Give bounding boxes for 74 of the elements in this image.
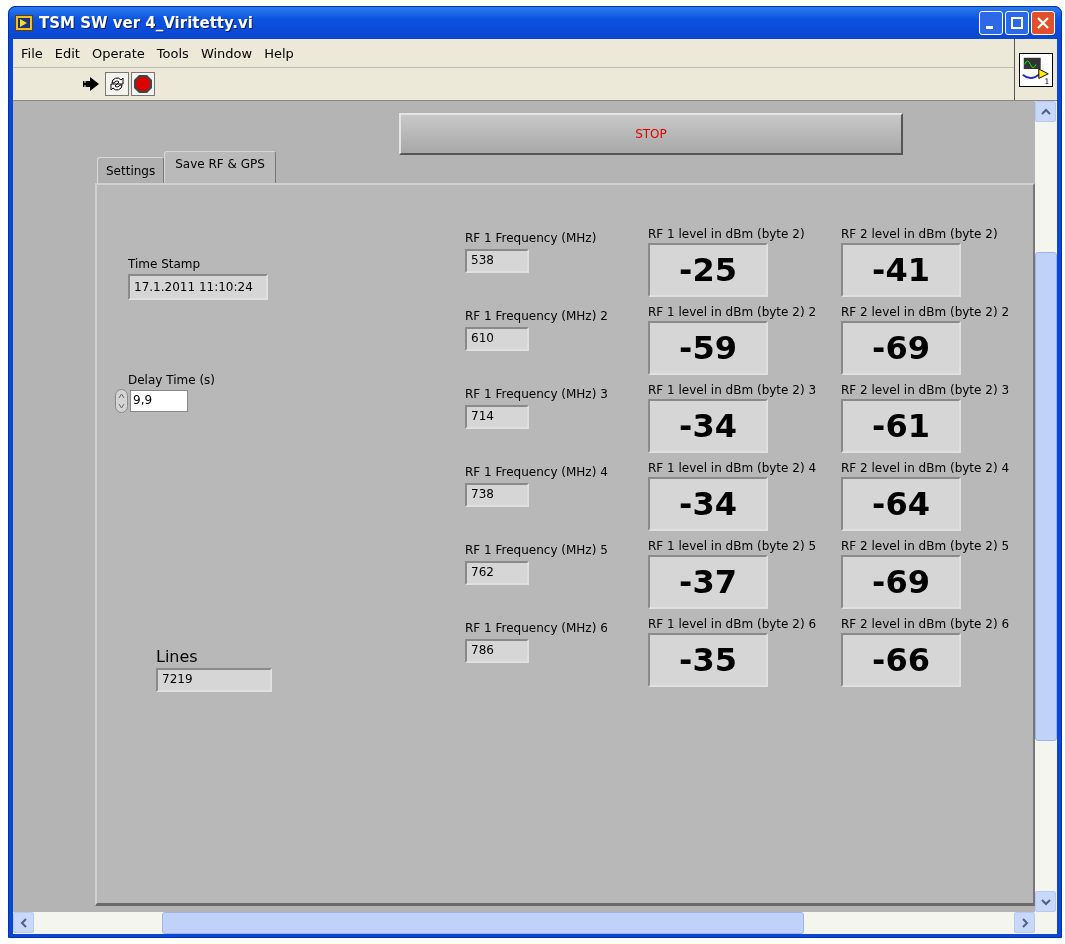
rf2-level-indicator: -69 (841, 321, 961, 375)
rf1-level-indicator: -34 (648, 399, 768, 453)
lines-indicator: 7219 (156, 668, 272, 692)
menu-item[interactable]: Window (200, 45, 253, 61)
frequency-label: RF 1 Frequency (MHz) 6 (465, 621, 609, 635)
frequency-indicator: 538 (465, 249, 529, 273)
menu-item[interactable]: Tools (156, 45, 189, 61)
tab[interactable]: Settings (97, 157, 165, 183)
time-stamp-label: Time Stamp (128, 257, 202, 271)
frequency-indicator: 714 (465, 405, 529, 429)
frequency-label: RF 1 Frequency (MHz) (465, 231, 598, 245)
vi-icon-number: 1 (1044, 76, 1050, 86)
rf2-level-label: RF 2 level in dBm (byte 2) 6 (841, 617, 1011, 631)
scroll-down-button[interactable] (1035, 891, 1056, 912)
horizontal-scrollbar[interactable] (13, 912, 1057, 934)
rf2-level-indicator: -41 (841, 243, 961, 297)
close-button[interactable] (1031, 11, 1055, 35)
menu-item[interactable]: Operate (91, 45, 145, 61)
chevron-right-icon (1020, 917, 1029, 928)
minimize-icon (986, 25, 993, 29)
tab[interactable]: Save RF & GPS (164, 151, 276, 183)
maximize-button[interactable] (1005, 11, 1029, 35)
rf1-level-indicator: -37 (648, 555, 768, 609)
minimize-button[interactable] (979, 11, 1003, 35)
rf1-level-label: RF 1 level in dBm (byte 2) 5 (648, 539, 818, 553)
delay-time-input[interactable]: 9,9 (130, 390, 188, 412)
rf1-level-indicator: -35 (648, 633, 768, 687)
time-stamp-indicator: 17.1.2011 11:10:24 (128, 274, 268, 300)
rf1-level-indicator: -25 (648, 243, 768, 297)
window-title: TSM SW ver 4_Viritetty.vi (39, 14, 253, 32)
frequency-indicator: 762 (465, 561, 529, 585)
rf1-level-indicator: -59 (648, 321, 768, 375)
frequency-indicator: 610 (465, 327, 529, 351)
rf2-level-label: RF 2 level in dBm (byte 2) 3 (841, 383, 1011, 397)
rf2-level-label: RF 2 level in dBm (byte 2) 5 (841, 539, 1011, 553)
rf1-level-label: RF 1 level in dBm (byte 2) 4 (648, 461, 818, 475)
rf1-level-indicator: -34 (648, 477, 768, 531)
run-continuously-icon[interactable] (105, 72, 129, 96)
rf1-level-label: RF 1 level in dBm (byte 2) (648, 227, 806, 241)
scroll-left-button[interactable] (13, 912, 34, 933)
app-icon (15, 15, 33, 31)
frequency-label: RF 1 Frequency (MHz) 2 (465, 309, 609, 323)
menu-item[interactable]: Help (264, 45, 294, 61)
menu-item[interactable]: File (21, 45, 43, 61)
spinner-icon[interactable] (115, 389, 128, 413)
frequency-label: RF 1 Frequency (MHz) 3 (465, 387, 609, 401)
frequency-indicator: 738 (465, 483, 529, 507)
chevron-left-icon (19, 917, 28, 928)
rf2-level-indicator: -69 (841, 555, 961, 609)
frequency-indicator: 786 (465, 639, 529, 663)
rf2-level-label: RF 2 level in dBm (byte 2) (841, 227, 999, 241)
menu-item[interactable]: Edit (54, 45, 80, 61)
rf1-level-label: RF 1 level in dBm (byte 2) 3 (648, 383, 818, 397)
rf2-level-label: RF 2 level in dBm (byte 2) 4 (841, 461, 1011, 475)
lines-label: Lines (156, 647, 199, 666)
scroll-thumb[interactable] (1035, 252, 1057, 741)
chevron-down-icon (1040, 897, 1051, 906)
frequency-label: RF 1 Frequency (MHz) 5 (465, 543, 609, 557)
vertical-scrollbar[interactable] (1035, 101, 1057, 912)
frequency-label: RF 1 Frequency (MHz) 4 (465, 465, 609, 479)
close-icon (1037, 17, 1049, 29)
scroll-right-button[interactable] (1014, 912, 1035, 933)
rf2-level-indicator: -61 (841, 399, 961, 453)
maximize-icon (1011, 17, 1023, 29)
rf2-level-label: RF 2 level in dBm (byte 2) 2 (841, 305, 1011, 319)
scroll-thumb[interactable] (162, 912, 804, 934)
rf1-level-label: RF 1 level in dBm (byte 2) 6 (648, 617, 818, 631)
scroll-up-button[interactable] (1035, 101, 1056, 122)
rf1-level-label: RF 1 level in dBm (byte 2) 2 (648, 305, 818, 319)
rf2-level-indicator: -66 (841, 633, 961, 687)
delay-time-label: Delay Time (s) (128, 373, 216, 387)
abort-icon[interactable] (131, 72, 155, 96)
rf2-level-indicator: -64 (841, 477, 961, 531)
chevron-up-icon (1040, 107, 1051, 116)
